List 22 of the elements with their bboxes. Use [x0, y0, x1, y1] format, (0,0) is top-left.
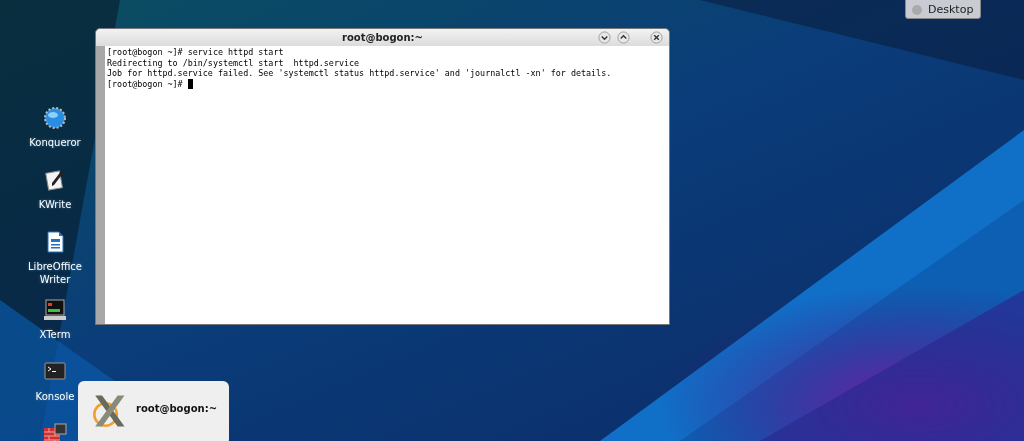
window-title[interactable]: root@bogon:~ [136, 402, 217, 414]
brick-wall-icon[interactable] [43, 422, 67, 441]
globe-icon[interactable] [43, 106, 67, 130]
desktop-button[interactable]: Desktop [905, 0, 981, 19]
terminal-line: Redirecting to /bin/systemctl start httpd.service [107, 57, 360, 69]
icon-label[interactable]: Konqueror [29, 136, 81, 149]
terminal-line: Job for httpd.service failed. See 'systemctl status httpd.service' and 'journalctl -xn' for details. [107, 68, 612, 79]
x-logo-icon [90, 392, 128, 430]
pen-icon[interactable] [43, 168, 67, 192]
text-cursor [187, 79, 193, 90]
close-button[interactable] [650, 31, 663, 44]
monitor-icon[interactable] [43, 298, 67, 322]
maximize-button[interactable] [617, 31, 630, 44]
terminal-line: [root@bogon ~]# service httpd start [107, 47, 284, 58]
icon-label[interactable]: XTerm [39, 328, 71, 341]
icon-label[interactable]: Konsole [35, 390, 75, 403]
desktop-icon [912, 4, 922, 15]
icon-label[interactable]: LibreOffice Writer [25, 260, 85, 286]
minimize-button[interactable] [598, 31, 611, 44]
icon-label[interactable]: KWrite [38, 198, 72, 211]
terminal-line: [root@bogon ~]# [107, 78, 184, 90]
window-title: root@bogon:~ [342, 32, 423, 43]
